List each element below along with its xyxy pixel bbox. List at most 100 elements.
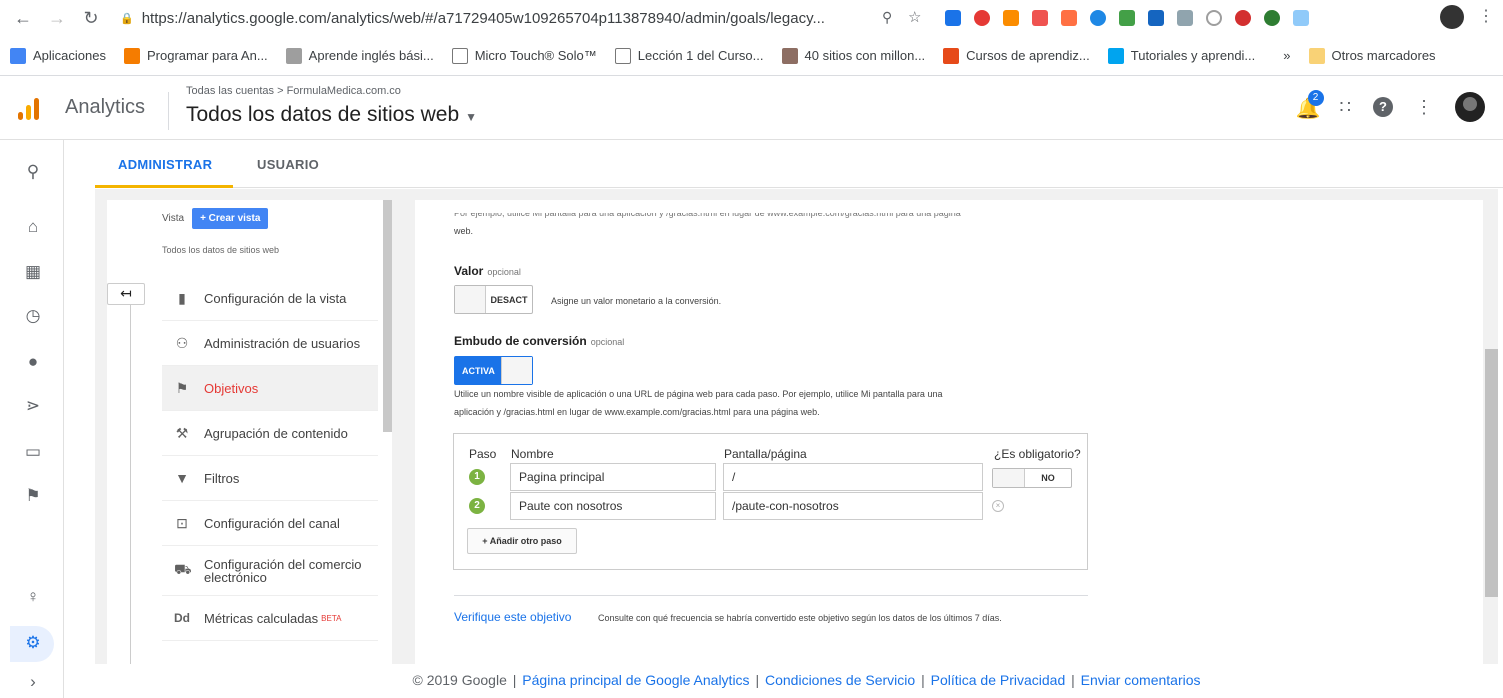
help-icon[interactable]: ? (1373, 97, 1393, 117)
bookmark-item[interactable]: Aprende inglés bási... (285, 47, 434, 64)
bookmark-item[interactable]: Programar para An... (124, 47, 268, 64)
extension-icon[interactable] (1230, 6, 1256, 30)
remove-step-icon[interactable]: × (992, 500, 1004, 512)
extension-icon[interactable] (1114, 6, 1140, 30)
bookmark-item[interactable]: 40 sitios con millon... (781, 47, 925, 64)
tab-administrar[interactable]: ADMINISTRAR (118, 157, 212, 172)
acquisition-icon[interactable]: ⋗ (22, 396, 44, 418)
address-bar[interactable]: 🔒 https://analytics.google.com/analytics… (120, 5, 900, 31)
property-selector[interactable]: Todos los datos de sitios web ▼ (186, 103, 477, 127)
extension-icon[interactable] (940, 6, 966, 30)
column-connector-line (130, 305, 131, 664)
home-icon[interactable]: ⌂ (22, 217, 44, 239)
step-screen-input[interactable]: / (723, 463, 983, 491)
cart-icon: ⛟ (174, 561, 192, 577)
beta-badge: BETA (321, 613, 342, 623)
zoom-icon[interactable]: ⚲ (882, 9, 892, 26)
reload-icon[interactable]: ↻ (78, 5, 104, 31)
step-name-input[interactable]: Paute con nosotros (510, 492, 716, 520)
menu-item-agrupacion[interactable]: ⚒ Agrupación de contenido (162, 411, 378, 456)
goal-hint-text: Por ejemplo, utilice Mi pantalla para un… (454, 213, 961, 236)
bookmarks-overflow-button[interactable]: » (1283, 48, 1290, 63)
page-title: Todos los datos de sitios web (186, 103, 460, 126)
extension-icon[interactable] (1259, 6, 1285, 30)
bookmark-favicon-icon (1107, 47, 1124, 64)
conversions-flag-icon[interactable]: ⚑ (22, 486, 44, 508)
bookmark-star-icon[interactable]: ☆ (908, 8, 921, 26)
copyright: © 2019 Google (412, 672, 507, 688)
extension-icon[interactable] (1056, 6, 1082, 30)
customization-icon[interactable]: ▦ (22, 262, 44, 284)
notification-badge: 2 (1307, 90, 1324, 106)
audience-person-icon[interactable]: ● (22, 352, 44, 374)
chevron-down-icon: ▼ (465, 110, 478, 124)
menu-item-objetivos[interactable]: ⚑ Objetivos (162, 366, 378, 411)
extension-icon[interactable] (998, 6, 1024, 30)
bookmark-favicon-icon (781, 47, 798, 64)
step-screen-input[interactable]: /paute-con-nosotros (723, 492, 983, 520)
verify-description: Consulte con qué frecuencia se habría co… (598, 613, 1002, 623)
extension-icon[interactable] (1201, 6, 1227, 30)
notifications-bell-icon[interactable]: 🔔 2 (1296, 90, 1324, 120)
view-selector[interactable]: Todos los datos de sitios web (162, 245, 279, 255)
behavior-icon[interactable]: ▭ (22, 442, 44, 464)
lock-icon: 🔒 (120, 12, 134, 25)
step-number-badge: 1 (469, 469, 485, 485)
menu-item-usuarios[interactable]: ⚇ Administración de usuarios (162, 321, 378, 366)
menu-item-metricas[interactable]: Dd Métricas calculadas BETA (162, 596, 378, 641)
funnel-toggle[interactable]: ACTIVA (454, 356, 533, 385)
bookmark-favicon-icon (285, 47, 302, 64)
funnel-section-title: Embudo de conversión opcional (454, 334, 625, 348)
search-icon[interactable]: ⚲ (22, 162, 44, 184)
page-scrollbar-thumb[interactable] (1485, 349, 1498, 597)
column-scrollbar[interactable] (383, 200, 392, 432)
realtime-clock-icon[interactable]: ◷ (22, 306, 44, 328)
col-header-name: Nombre (511, 447, 554, 461)
bookmark-item[interactable]: Tutoriales y aprendi... (1107, 47, 1255, 64)
gear-icon: ⚙ (25, 633, 41, 652)
tab-usuario[interactable]: USUARIO (257, 157, 319, 172)
bookmark-item[interactable]: Lección 1 del Curso... (614, 47, 764, 64)
breadcrumb[interactable]: Todas las cuentas > FormulaMedica.com.co (186, 85, 401, 97)
required-toggle[interactable]: NO (992, 468, 1072, 488)
add-step-button[interactable]: + Añadir otro paso (467, 528, 577, 554)
discover-lightbulb-icon[interactable]: ♀ (22, 587, 44, 609)
menu-item-comercio[interactable]: ⛟ Configuración del comercio electrónico (162, 546, 378, 596)
back-arrow-icon[interactable]: ← (10, 5, 36, 31)
step-name-input[interactable]: Pagina principal (510, 463, 716, 491)
footer: © 2019 Google | Página principal de Goog… (412, 672, 1201, 688)
create-view-button[interactable]: + Crear vista (192, 208, 269, 229)
people-icon: ⚇ (175, 334, 189, 351)
more-vert-icon[interactable]: ⋮ (1415, 97, 1433, 118)
value-section-title: Valor opcional (454, 264, 521, 278)
avatar[interactable] (1455, 92, 1485, 122)
footer-link-terms[interactable]: Condiciones de Servicio (765, 672, 915, 688)
apps-grid-icon[interactable]: ∷ (1340, 97, 1351, 118)
footer-link-ga-home[interactable]: Página principal de Google Analytics (522, 672, 749, 688)
back-arrow-icon[interactable]: ↤ (107, 283, 145, 305)
app-name: Analytics (65, 96, 146, 118)
footer-link-feedback[interactable]: Enviar comentarios (1081, 672, 1201, 688)
verify-goal-link[interactable]: Verifique este objetivo (454, 610, 571, 624)
other-bookmarks-folder[interactable]: Otros marcadores (1308, 47, 1436, 64)
extension-icon[interactable] (1027, 6, 1053, 30)
extensions-bar (940, 6, 1317, 30)
bookmark-item[interactable]: Micro Touch® Solo™ (451, 47, 597, 64)
profile-avatar[interactable] (1440, 5, 1464, 29)
analytics-logo-icon[interactable] (18, 98, 39, 120)
browser-menu-icon[interactable]: ⋮ (1478, 6, 1494, 26)
extension-icon[interactable] (969, 6, 995, 30)
left-nav-rail: ⚲ ⌂ ▦ ◷ ● ⋗ ▭ ⚑ ♀ ⚙ › (0, 140, 64, 698)
value-toggle[interactable]: DESACT (454, 285, 533, 314)
footer-link-privacy[interactable]: Política de Privacidad (931, 672, 1066, 688)
bookmark-item[interactable]: Cursos de aprendiz... (943, 47, 1090, 64)
extension-icon[interactable] (1085, 6, 1111, 30)
menu-item-configuracion-vista[interactable]: ▮ Configuración de la vista (162, 276, 378, 321)
menu-item-filtros[interactable]: ▼ Filtros (162, 456, 378, 501)
menu-item-canal[interactable]: ⊡ Configuración del canal (162, 501, 378, 546)
extension-icon[interactable] (1143, 6, 1169, 30)
forward-arrow-icon[interactable]: → (44, 5, 70, 31)
bookmark-item[interactable]: Aplicaciones (10, 47, 106, 64)
extension-icon[interactable] (1288, 6, 1314, 30)
extension-icon[interactable] (1172, 6, 1198, 30)
